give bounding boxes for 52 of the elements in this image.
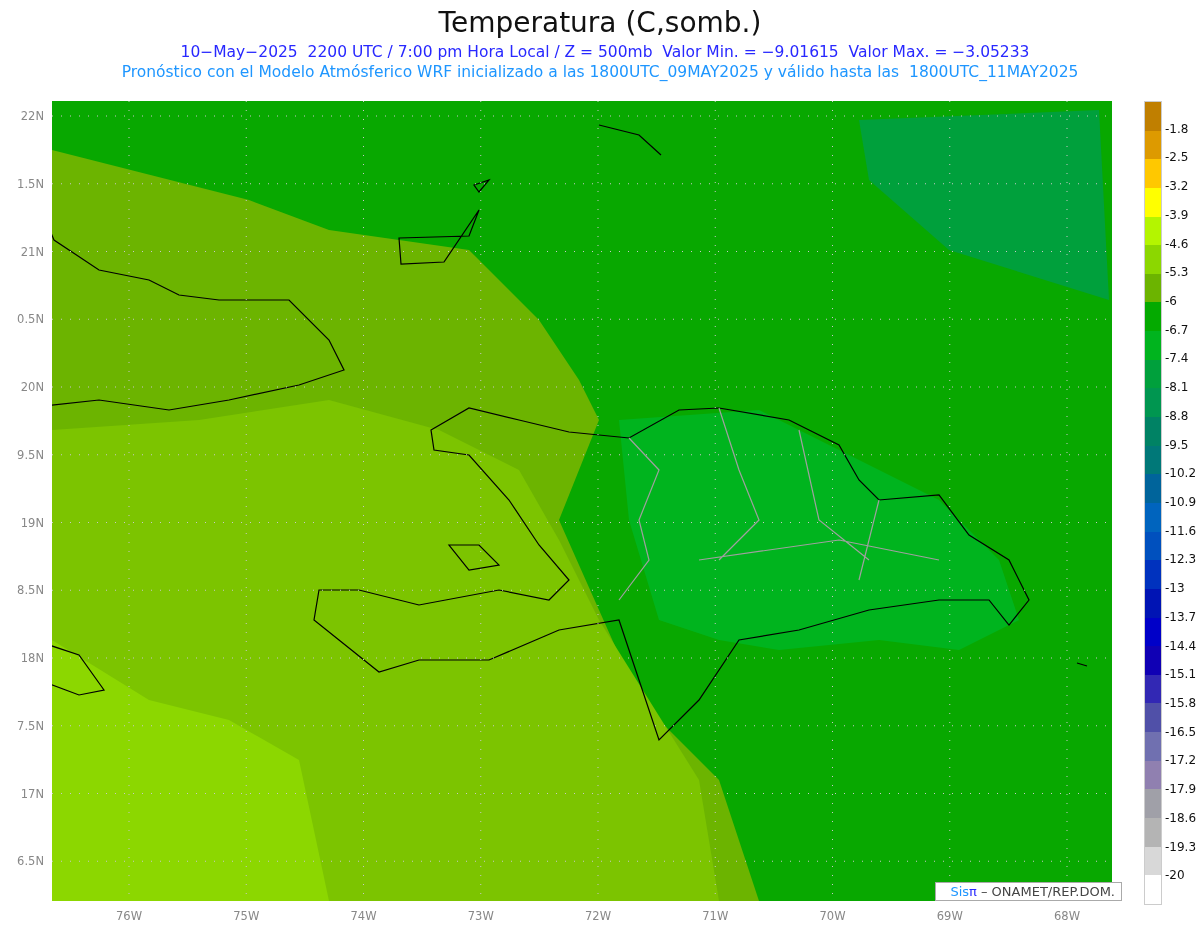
longitude-label: 71W <box>702 909 729 923</box>
longitude-label: 75W <box>233 909 260 923</box>
latitude-label: 20N <box>20 380 44 394</box>
scale-label: -17.2 <box>1165 753 1197 768</box>
latitude-label: 7.5N <box>17 718 44 733</box>
longitude-label: 70W <box>819 909 846 923</box>
latitude-label: 22N <box>20 109 44 123</box>
latitude-label: 0.5N <box>17 312 44 327</box>
scale-label: -12.3 <box>1165 552 1197 567</box>
scale-label: -10.9 <box>1165 495 1197 509</box>
chart-title: Temperatura (C,somb.) <box>438 5 762 41</box>
scale-label: -7.4 <box>1165 351 1189 366</box>
scale-label: -13 <box>1165 581 1185 596</box>
scale-label: -3.2 <box>1165 179 1189 194</box>
latitude-label: 18N <box>20 651 44 665</box>
longitude-label: 76W <box>116 909 142 923</box>
scale-label: -9.5 <box>1165 437 1189 452</box>
forecast-note: Pronóstico con el Modelo Atmósferico WRF inicializado a las 1800UTC_09MAY2025 y válido hasta las 1800UTC_11MAY2025 <box>121 62 1079 82</box>
longitude-label: 73W <box>467 909 494 923</box>
longitude-label: 74W <box>350 909 377 923</box>
longitude-label: 69W <box>936 909 963 923</box>
scale-label: -19.3 <box>1165 839 1197 854</box>
scale-label: -11.6 <box>1165 523 1197 538</box>
scale-label: -14.4 <box>1165 638 1197 653</box>
scale-label: -1.8 <box>1165 121 1189 136</box>
scale-label: -17.9 <box>1165 782 1197 797</box>
credit-label: Sisπ – ONAMET/REP.DOM. <box>935 882 1122 901</box>
scale-label: -18.6 <box>1165 810 1197 825</box>
scale-label: -16.5 <box>1165 724 1197 739</box>
latitude-label: 9.5N <box>17 447 44 462</box>
scale-label: -6.7 <box>1165 322 1189 337</box>
scale-label: -2.5 <box>1165 150 1189 165</box>
latitude-label: 17N <box>20 786 44 801</box>
scale-label: -8.8 <box>1165 408 1189 423</box>
scale-label: -8.1 <box>1165 380 1189 395</box>
latitude-label: 1.5N <box>17 176 44 191</box>
latitude-label: 8.5N <box>17 583 44 598</box>
latitude-label: 6.5N <box>17 854 44 869</box>
scale-label: -6 <box>1165 294 1177 308</box>
scale-label: -5.3 <box>1165 265 1189 280</box>
longitude-label: 68W <box>1054 909 1080 923</box>
latitude-label: 19N <box>20 515 44 530</box>
scale-label: -15.1 <box>1165 667 1197 682</box>
chart-subtitle: 10−May−2025 2200 UTC / 7:00 pm Hora Local / Z = 500mb Valor Min. = −9.01615 Valor Max. = −3.05233 <box>180 42 1030 62</box>
scale-label: -20 <box>1165 868 1185 883</box>
longitude-label: 72W <box>585 909 611 923</box>
scale-label: -15.8 <box>1165 696 1197 710</box>
scale-label: -4.6 <box>1165 236 1189 251</box>
latitude-label: 21N <box>20 244 44 259</box>
scale-label: -13.7 <box>1165 609 1197 624</box>
scale-label: -3.9 <box>1165 207 1189 222</box>
scale-label: -10.2 <box>1165 466 1197 481</box>
